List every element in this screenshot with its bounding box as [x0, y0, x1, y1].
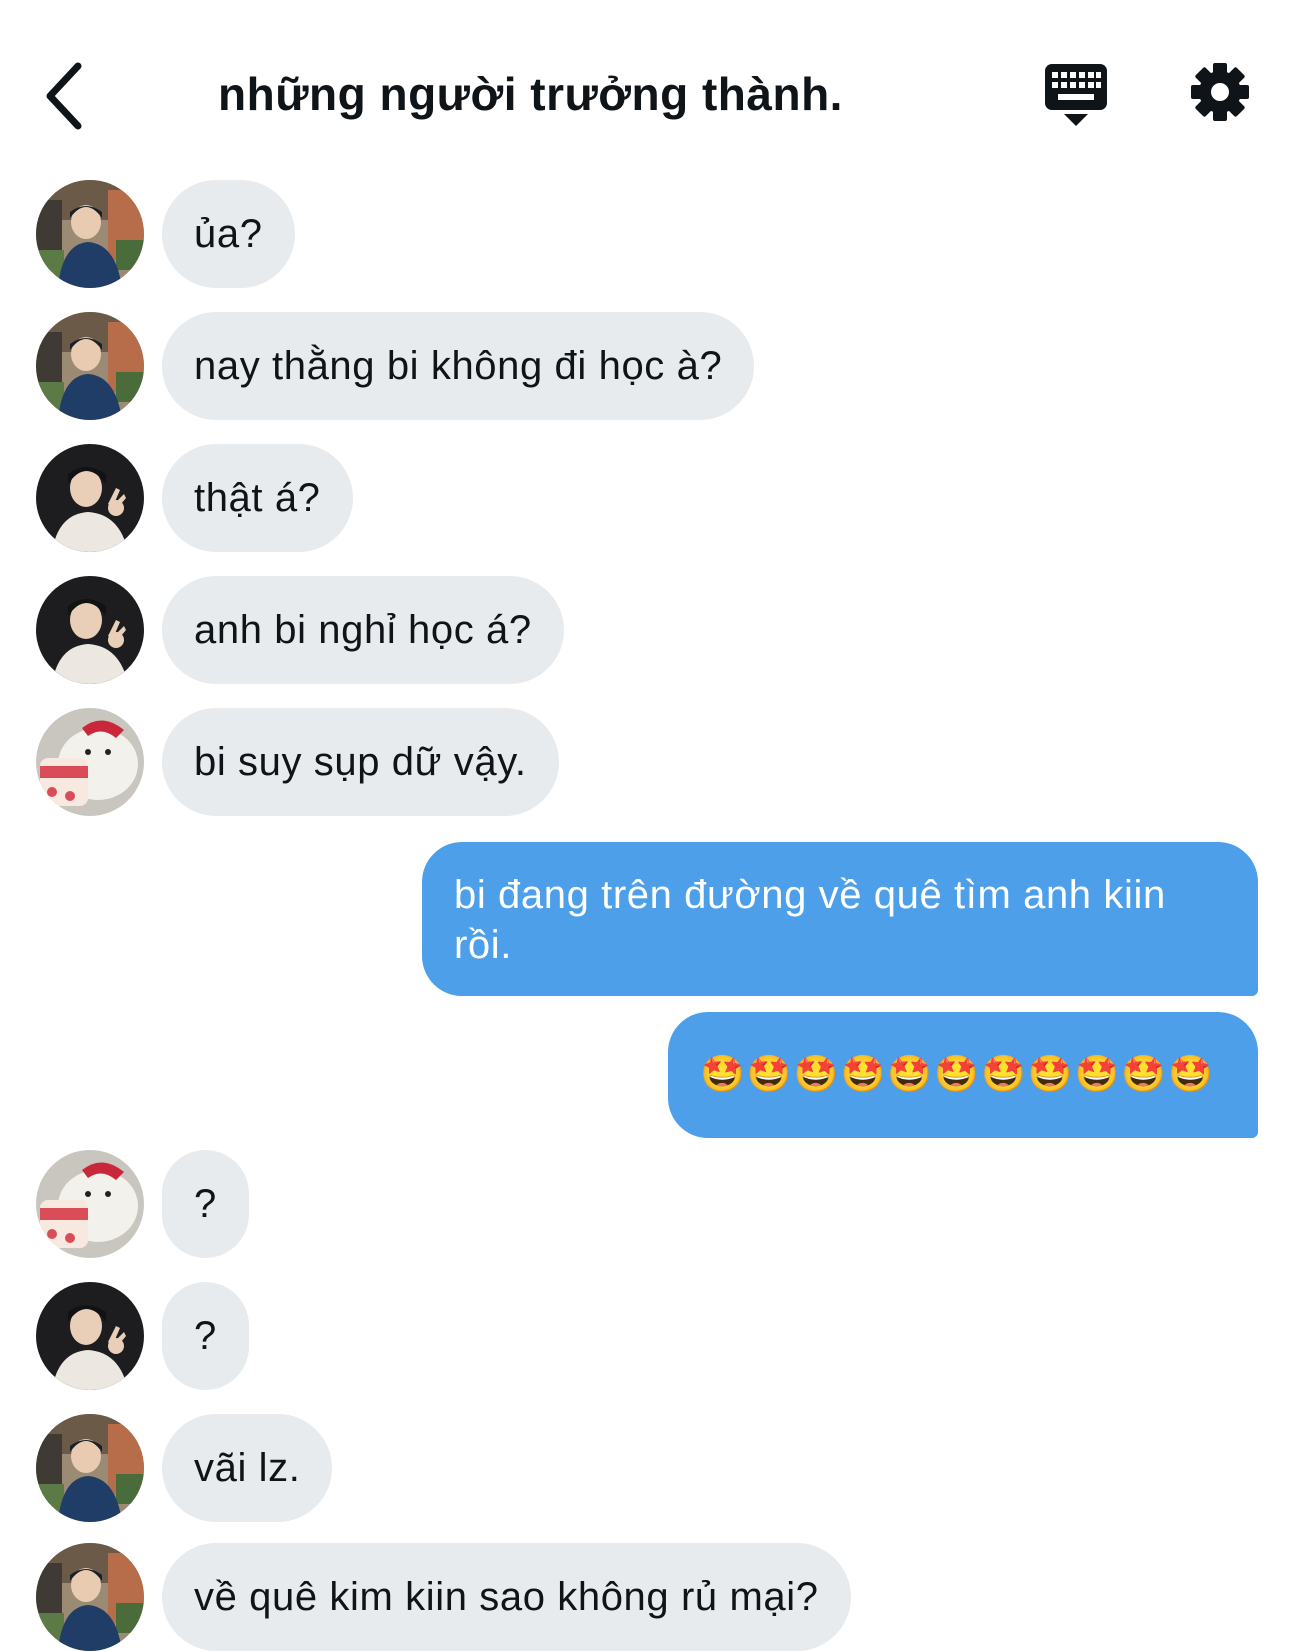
avatar-photo-portrait — [36, 576, 144, 684]
message-bubble[interactable]: thật á? — [162, 444, 353, 552]
avatar-photo-street — [36, 1414, 144, 1522]
avatar-photo-street — [36, 1543, 144, 1651]
message-bubble[interactable]: anh bi nghỉ học á? — [162, 576, 564, 684]
outgoing-emoji-bubble[interactable]: 🤩🤩🤩🤩🤩🤩🤩🤩🤩🤩🤩 — [668, 1012, 1258, 1138]
message-bubble[interactable]: về quê kim kiin sao không rủ mại? — [162, 1543, 851, 1651]
avatar-photo-street — [36, 312, 144, 420]
avatar[interactable] — [36, 444, 144, 552]
chat-screen: những người trưởng thành. ủa? nay thằng … — [0, 0, 1290, 1651]
outgoing-message-bubble[interactable]: bi đang trên đường về quê tìm anh kiin r… — [422, 842, 1258, 996]
avatar[interactable] — [36, 1543, 144, 1651]
message-bubble[interactable]: vãi lz. — [162, 1414, 333, 1522]
avatar[interactable] — [36, 1150, 144, 1258]
avatar-photo-portrait — [36, 444, 144, 552]
avatar-cartoon-bear — [36, 1150, 144, 1258]
message-list[interactable]: ủa? nay thằng bi không đi học à? thật á?… — [0, 0, 1290, 1651]
avatar[interactable] — [36, 708, 144, 816]
message-bubble[interactable]: nay thằng bi không đi học à? — [162, 312, 755, 420]
avatar-photo-portrait — [36, 1282, 144, 1390]
avatar-photo-street — [36, 180, 144, 288]
avatar[interactable] — [36, 1414, 144, 1522]
message-bubble[interactable]: ? — [162, 1282, 249, 1390]
avatar-cartoon-bear — [36, 708, 144, 816]
avatar[interactable] — [36, 1282, 144, 1390]
message-bubble[interactable]: ủa? — [162, 180, 295, 288]
avatar[interactable] — [36, 312, 144, 420]
avatar[interactable] — [36, 180, 144, 288]
message-bubble[interactable]: bi suy sụp dữ vậy. — [162, 708, 559, 816]
message-bubble[interactable]: ? — [162, 1150, 249, 1258]
avatar[interactable] — [36, 576, 144, 684]
